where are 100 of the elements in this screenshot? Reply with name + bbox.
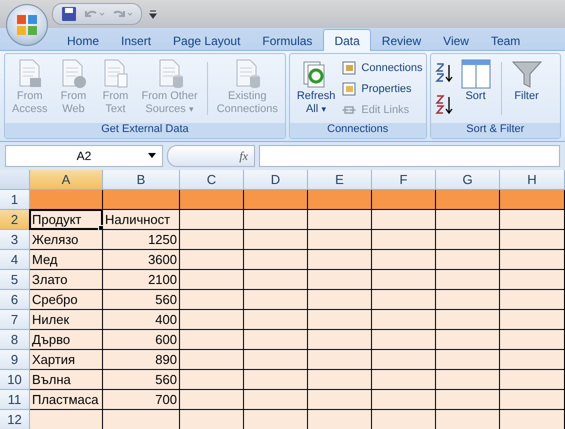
column-header[interactable]: H <box>500 170 565 190</box>
table-cell[interactable]: Дърво <box>30 330 103 350</box>
row-header[interactable]: 6 <box>0 290 30 310</box>
table-cell[interactable]: 1250 <box>103 230 180 250</box>
table-cell[interactable]: 3600 <box>103 250 180 270</box>
ribbon-tab[interactable]: Team <box>480 29 532 51</box>
table-cell[interactable] <box>372 410 436 429</box>
table-cell[interactable]: Наличност <box>103 210 180 230</box>
table-cell[interactable] <box>180 290 244 310</box>
table-cell[interactable] <box>372 210 436 230</box>
table-cell[interactable] <box>436 290 500 310</box>
formula-field[interactable] <box>259 145 560 167</box>
row-header[interactable]: 11 <box>0 390 30 410</box>
row-header[interactable]: 2 <box>0 210 30 230</box>
table-cell[interactable] <box>436 190 500 210</box>
ribbon-tab[interactable]: Data <box>323 29 371 51</box>
table-cell[interactable]: 400 <box>103 310 180 330</box>
table-cell[interactable] <box>500 230 565 250</box>
table-cell[interactable] <box>180 190 244 210</box>
column-header[interactable]: E <box>308 170 372 190</box>
column-header[interactable]: C <box>180 170 244 190</box>
table-cell[interactable] <box>308 310 372 330</box>
table-cell[interactable] <box>30 410 103 429</box>
table-cell[interactable] <box>436 330 500 350</box>
ribbon-button[interactable]: Sort <box>456 56 496 121</box>
table-cell[interactable] <box>372 190 436 210</box>
table-cell[interactable] <box>436 410 500 429</box>
table-cell[interactable] <box>180 410 244 429</box>
table-cell[interactable] <box>244 310 308 330</box>
column-header[interactable]: G <box>436 170 500 190</box>
table-cell[interactable] <box>308 230 372 250</box>
table-cell[interactable] <box>436 370 500 390</box>
table-cell[interactable] <box>180 210 244 230</box>
table-cell[interactable] <box>372 290 436 310</box>
table-cell[interactable] <box>308 330 372 350</box>
table-cell[interactable] <box>372 350 436 370</box>
table-cell[interactable] <box>436 390 500 410</box>
table-cell[interactable]: Злато <box>30 270 103 290</box>
table-cell[interactable] <box>244 370 308 390</box>
table-cell[interactable] <box>180 370 244 390</box>
table-cell[interactable] <box>30 190 103 210</box>
save-icon[interactable] <box>61 6 77 22</box>
table-cell[interactable] <box>372 370 436 390</box>
table-cell[interactable]: Хартия <box>30 350 103 370</box>
column-header[interactable]: F <box>372 170 436 190</box>
table-cell[interactable] <box>436 270 500 290</box>
table-cell[interactable]: Желязо <box>30 230 103 250</box>
column-header[interactable]: D <box>244 170 308 190</box>
table-cell[interactable]: Продукт <box>30 210 103 230</box>
table-cell[interactable] <box>308 250 372 270</box>
row-header[interactable]: 7 <box>0 310 30 330</box>
table-cell[interactable] <box>500 310 565 330</box>
insert-function-button[interactable]: fx <box>167 145 255 167</box>
table-cell[interactable] <box>308 390 372 410</box>
row-header[interactable]: 3 <box>0 230 30 250</box>
table-cell[interactable] <box>500 330 565 350</box>
row-header[interactable]: 1 <box>0 190 30 210</box>
table-cell[interactable] <box>372 330 436 350</box>
table-cell[interactable]: 600 <box>103 330 180 350</box>
table-cell[interactable] <box>500 190 565 210</box>
sort-ascending-icon[interactable] <box>434 62 454 84</box>
table-cell[interactable] <box>180 330 244 350</box>
ribbon-tab[interactable]: View <box>432 29 480 51</box>
table-cell[interactable]: 890 <box>103 350 180 370</box>
table-cell[interactable] <box>180 250 244 270</box>
table-cell[interactable] <box>372 270 436 290</box>
table-cell[interactable] <box>372 230 436 250</box>
sort-descending-icon[interactable] <box>434 94 454 116</box>
table-cell[interactable] <box>500 210 565 230</box>
row-header[interactable]: 4 <box>0 250 30 270</box>
table-cell[interactable] <box>103 190 180 210</box>
table-cell[interactable] <box>500 270 565 290</box>
column-header[interactable]: A <box>30 170 103 190</box>
table-cell[interactable]: 560 <box>103 290 180 310</box>
table-cell[interactable] <box>436 250 500 270</box>
table-cell[interactable] <box>244 350 308 370</box>
row-header[interactable]: 5 <box>0 270 30 290</box>
table-cell[interactable]: 2100 <box>103 270 180 290</box>
ribbon-tab[interactable]: Home <box>56 29 110 51</box>
office-button[interactable] <box>6 4 48 46</box>
table-cell[interactable]: Нилек <box>30 310 103 330</box>
table-cell[interactable] <box>244 210 308 230</box>
ribbon-button[interactable]: Refresh All ▾ <box>292 56 340 121</box>
ribbon-tab[interactable]: Insert <box>110 29 162 51</box>
table-cell[interactable]: 560 <box>103 370 180 390</box>
table-cell[interactable]: 700 <box>103 390 180 410</box>
table-cell[interactable] <box>180 230 244 250</box>
table-cell[interactable] <box>244 330 308 350</box>
table-cell[interactable] <box>244 250 308 270</box>
table-cell[interactable] <box>244 190 308 210</box>
table-cell[interactable]: Вълна <box>30 370 103 390</box>
table-cell[interactable] <box>180 270 244 290</box>
table-cell[interactable] <box>244 390 308 410</box>
name-box[interactable]: A2 <box>5 145 163 167</box>
table-cell[interactable] <box>436 310 500 330</box>
table-cell[interactable] <box>500 250 565 270</box>
table-cell[interactable] <box>436 230 500 250</box>
table-cell[interactable]: Пластмаса <box>30 390 103 410</box>
table-cell[interactable] <box>372 390 436 410</box>
table-cell[interactable] <box>180 310 244 330</box>
